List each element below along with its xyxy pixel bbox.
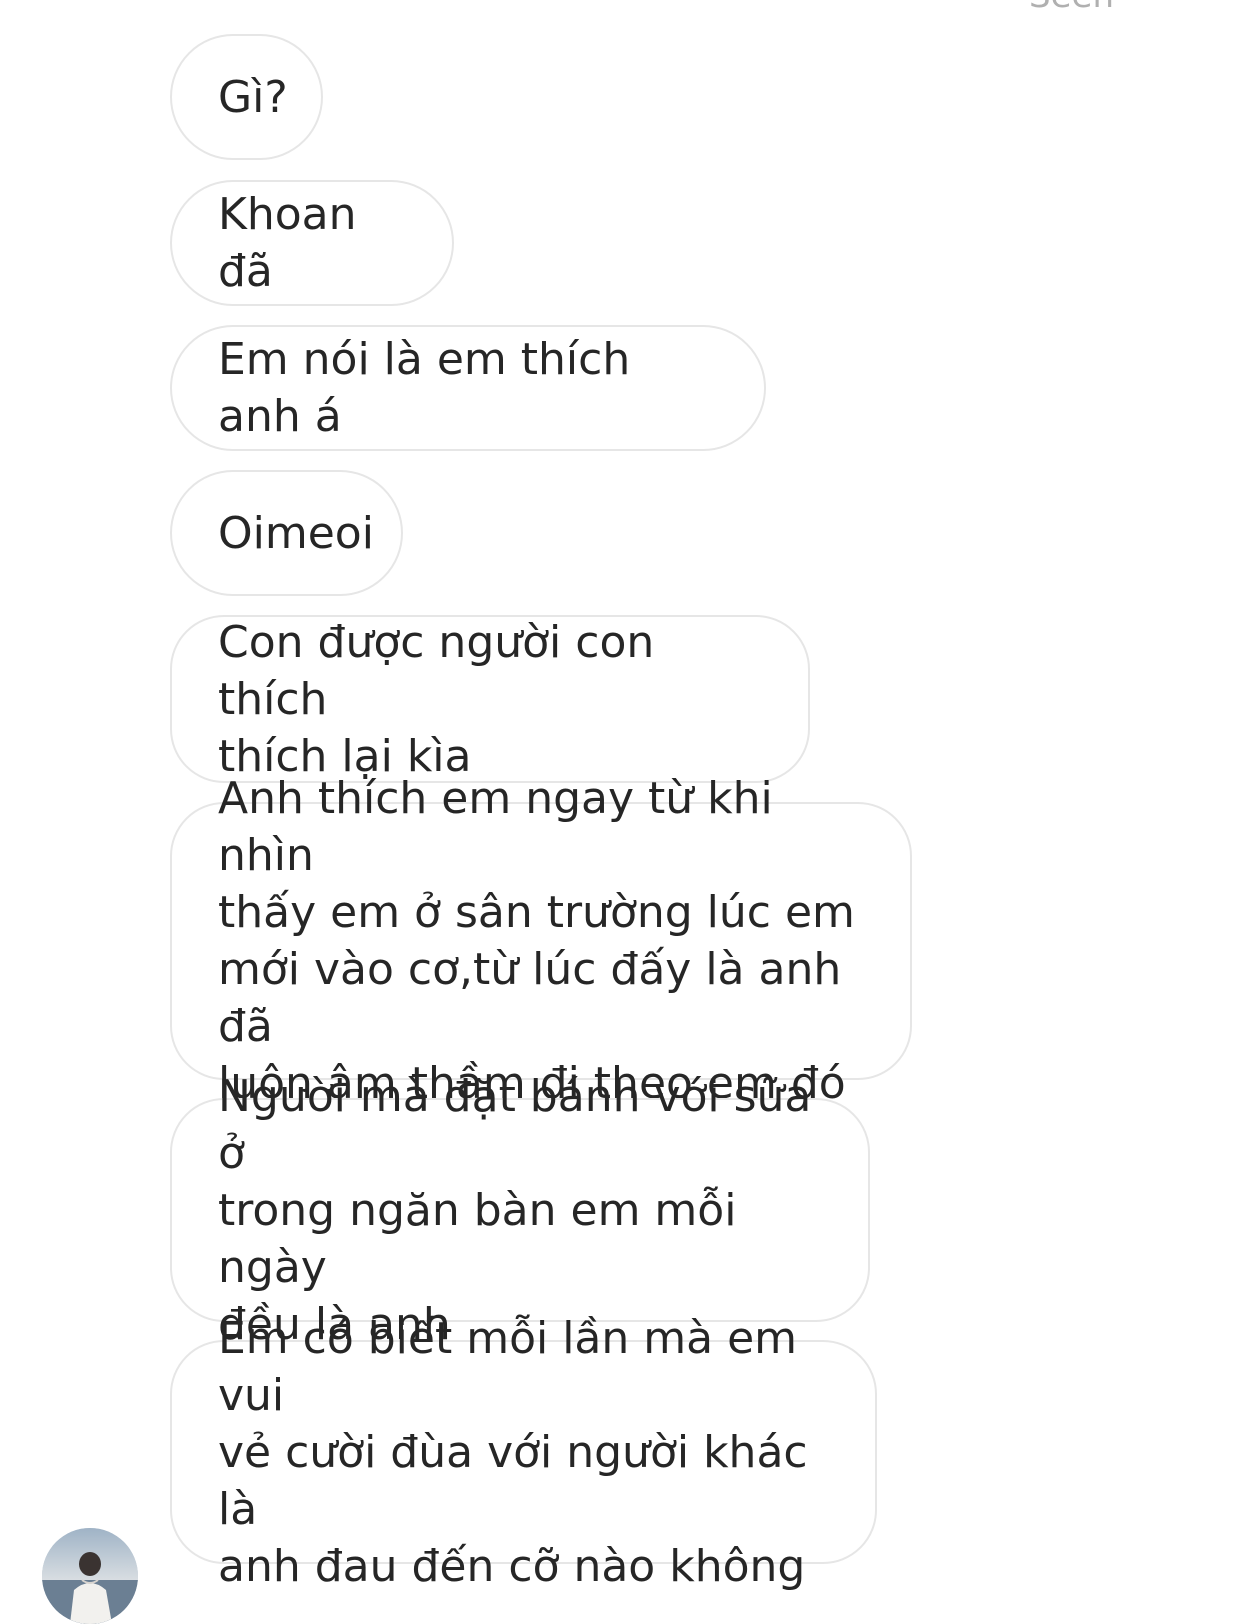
message-bubble[interactable]: Em có biết mỗi lần mà em vui vẻ cười đùa… <box>170 1313 877 1592</box>
message-bubble[interactable]: Con được người con thích thích lại kìa <box>170 615 810 783</box>
message-text: Anh thích em ngay từ khi nhìn thấy em ở … <box>218 773 855 1109</box>
message-bubble[interactable]: Anh thích em ngay từ khi nhìn thấy em ở … <box>170 773 912 1109</box>
message-bubble[interactable]: Em nói là em thích anh á <box>170 325 766 451</box>
message-bubble[interactable]: Người mà đặt bánh với sữa ở trong ngăn b… <box>170 1071 870 1350</box>
message-text: Oimeoi <box>218 507 374 559</box>
avatar-photo-icon <box>42 1528 138 1624</box>
message-text: Khoan đã <box>218 189 357 297</box>
message-text: Em có biết mỗi lần mà em vui vẻ cười đùa… <box>218 1312 808 1592</box>
message-bubble[interactable]: Gì? <box>170 34 323 160</box>
message-bubble[interactable]: Oimeoi <box>170 470 403 596</box>
message-text: Em nói là em thích anh á <box>218 334 631 442</box>
sender-avatar[interactable] <box>42 1528 138 1624</box>
message-text: Con được người con thích thích lại kìa <box>218 616 655 782</box>
message-bubble[interactable]: Khoan đã <box>170 180 454 306</box>
message-text: Gì? <box>218 71 288 123</box>
seen-status: Seen <box>1029 0 1114 16</box>
